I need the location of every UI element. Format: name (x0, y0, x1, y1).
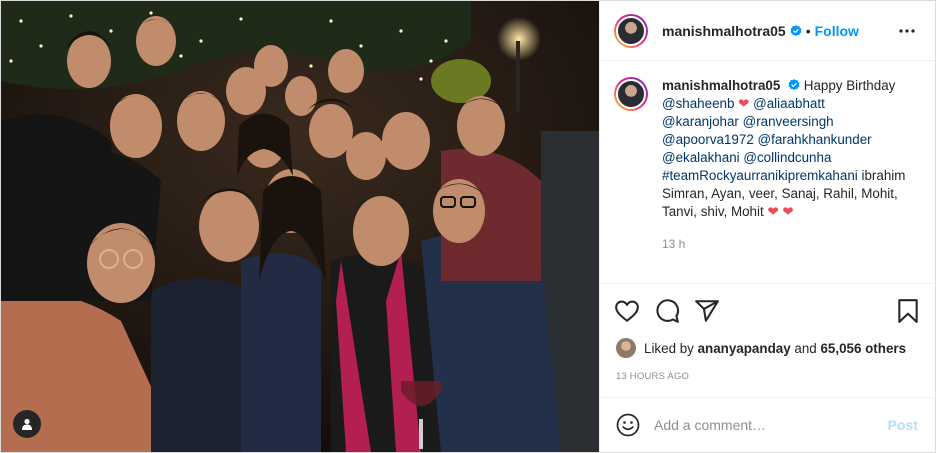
liker-username[interactable]: ananyapanday (698, 341, 791, 356)
post-comment-button[interactable]: Post (888, 417, 918, 433)
mention-link[interactable]: @apoorva1972 (662, 132, 754, 147)
mention-link[interactable]: @karanjohar (662, 114, 739, 129)
action-bar (600, 283, 936, 333)
post-header: manishmalhotra05 • Follow (600, 1, 935, 61)
likes-prefix: Liked by (644, 340, 694, 356)
caption-names: ibrahim (861, 168, 906, 183)
mention-link[interactable]: @shaheenb (662, 96, 734, 111)
author-username[interactable]: manishmalhotra05 (662, 23, 786, 39)
likes-others-count[interactable]: 65,056 others (820, 341, 906, 356)
caption-greeting: Happy Birthday (803, 78, 896, 93)
user-silhouette-icon (22, 418, 32, 430)
group-selfie-image (1, 1, 599, 452)
caption-names: Simran, Ayan, veer, Sanaj, Rahil, Mohit, (662, 186, 898, 201)
verified-badge-icon (790, 24, 802, 36)
mention-link[interactable]: @ranveersingh (743, 114, 834, 129)
hashtag-link[interactable]: #teamRockyaurranikipremkahani (662, 168, 858, 183)
caption-verified-badge-icon (788, 79, 800, 91)
user-tag-icon[interactable] (13, 410, 41, 438)
post-date[interactable]: 13 HOURS AGO (616, 371, 689, 382)
comment-input[interactable] (654, 417, 874, 433)
caption-text: manishmalhotra05 Happy Birthday @shaheen… (662, 77, 921, 282)
likes-connector: and (794, 340, 817, 356)
caption-author-avatar[interactable] (614, 77, 648, 111)
mention-link[interactable]: @collindcunha (743, 150, 831, 165)
emoji-smile-icon[interactable] (616, 413, 640, 437)
liker-avatar[interactable] (616, 338, 636, 358)
heart-emoji-icon: ❤ (738, 96, 750, 111)
header-separator: • (805, 22, 811, 39)
caption-username[interactable]: manishmalhotra05 (662, 78, 780, 93)
mention-link[interactable]: @aliaabhatt (753, 96, 825, 111)
follow-button[interactable]: Follow (815, 23, 859, 39)
paper-plane-icon[interactable] (694, 298, 720, 324)
mention-link[interactable]: @ekalakhani (662, 150, 740, 165)
comment-bubble-icon[interactable] (654, 298, 680, 324)
bookmark-icon[interactable] (895, 298, 921, 324)
heart-outline-icon[interactable] (614, 298, 640, 324)
more-options-icon[interactable] (897, 21, 917, 41)
caption-names: Tanvi, shiv, Mohit (662, 204, 764, 219)
mention-link[interactable]: @farahkhankunder (758, 132, 872, 147)
post-sidebar: manishmalhotra05 • Follow manishmalhotra… (599, 1, 936, 452)
author-avatar[interactable] (614, 13, 648, 48)
post-caption: manishmalhotra05 Happy Birthday @shaheen… (600, 61, 935, 282)
heart-emoji-icon: ❤ ❤ (767, 204, 794, 219)
post-photo[interactable] (1, 1, 599, 452)
instagram-post: manishmalhotra05 • Follow manishmalhotra… (0, 0, 936, 453)
comment-box: Post (600, 397, 936, 452)
caption-timestamp[interactable]: 13 h (662, 235, 921, 253)
likes-summary: Liked by ananyapanday and 65,056 others (616, 338, 906, 358)
